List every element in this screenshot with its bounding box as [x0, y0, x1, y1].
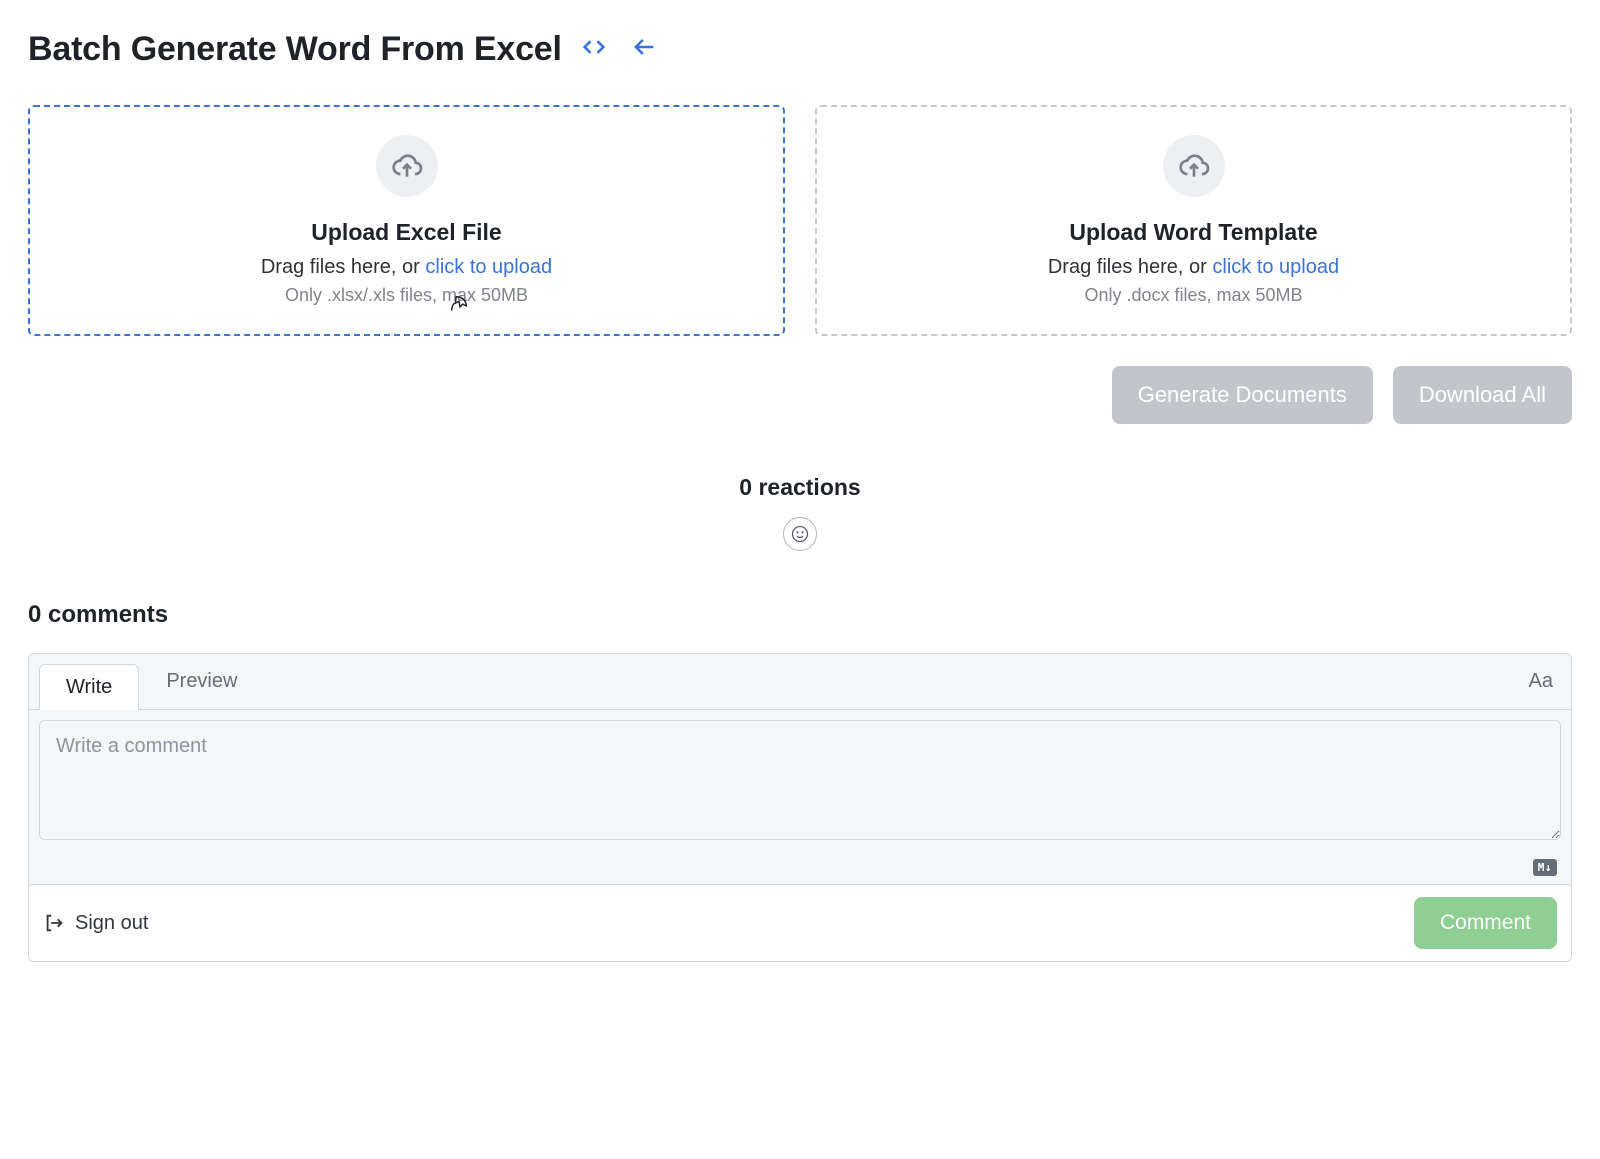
tab-write[interactable]: Write [39, 664, 139, 710]
generate-documents-button[interactable]: Generate Documents [1112, 366, 1373, 424]
upload-word-subtext: Drag files here, or click to upload [1048, 256, 1339, 279]
comment-box: Write Preview Aa M↓ Sign out Comment [28, 653, 1572, 962]
comment-footer: Sign out Comment [29, 884, 1571, 961]
sign-out-link[interactable]: Sign out [43, 912, 148, 935]
sign-out-icon [43, 912, 65, 934]
upload-excel-note: Only .xlsx/.xls files, max 50MB [285, 285, 528, 306]
below-textarea: M↓ [29, 855, 1571, 884]
comment-tab-row: Write Preview Aa [29, 654, 1571, 710]
upload-excel-dropzone[interactable]: Upload Excel File Drag files here, or cl… [28, 105, 785, 336]
upload-cloud-icon [376, 135, 438, 197]
page-title: Batch Generate Word From Excel [28, 30, 562, 69]
upload-excel-title: Upload Excel File [311, 219, 501, 246]
title-icons [580, 33, 658, 66]
textarea-wrap [29, 710, 1571, 855]
upload-row: Upload Excel File Drag files here, or cl… [28, 105, 1572, 336]
download-all-button[interactable]: Download All [1393, 366, 1572, 424]
text-size-button[interactable]: Aa [1529, 654, 1571, 709]
upload-word-dropzone[interactable]: Upload Word Template Drag files here, or… [815, 105, 1572, 336]
upload-word-note: Only .docx files, max 50MB [1084, 285, 1302, 306]
sign-out-label: Sign out [75, 912, 148, 935]
upload-cloud-icon [1163, 135, 1225, 197]
upload-word-link[interactable]: click to upload [1212, 256, 1339, 278]
add-reaction-button[interactable] [783, 517, 817, 551]
markdown-icon[interactable]: M↓ [1533, 859, 1557, 876]
reactions-count: 0 reactions [28, 474, 1572, 501]
action-row: Generate Documents Download All [28, 366, 1572, 424]
comment-submit-button[interactable]: Comment [1414, 897, 1557, 949]
title-row: Batch Generate Word From Excel [28, 30, 1572, 69]
upload-word-title: Upload Word Template [1069, 219, 1317, 246]
upload-excel-link[interactable]: click to upload [425, 256, 552, 278]
comments-count: 0 comments [28, 601, 1572, 629]
comment-input[interactable] [39, 720, 1561, 840]
back-icon[interactable] [630, 33, 658, 66]
code-icon[interactable] [580, 33, 608, 66]
upload-excel-subtext: Drag files here, or click to upload [261, 256, 552, 279]
tab-preview[interactable]: Preview [139, 654, 264, 709]
upload-word-sub-prefix: Drag files here, or [1048, 256, 1213, 278]
upload-excel-sub-prefix: Drag files here, or [261, 256, 426, 278]
reactions-block: 0 reactions [28, 474, 1572, 551]
